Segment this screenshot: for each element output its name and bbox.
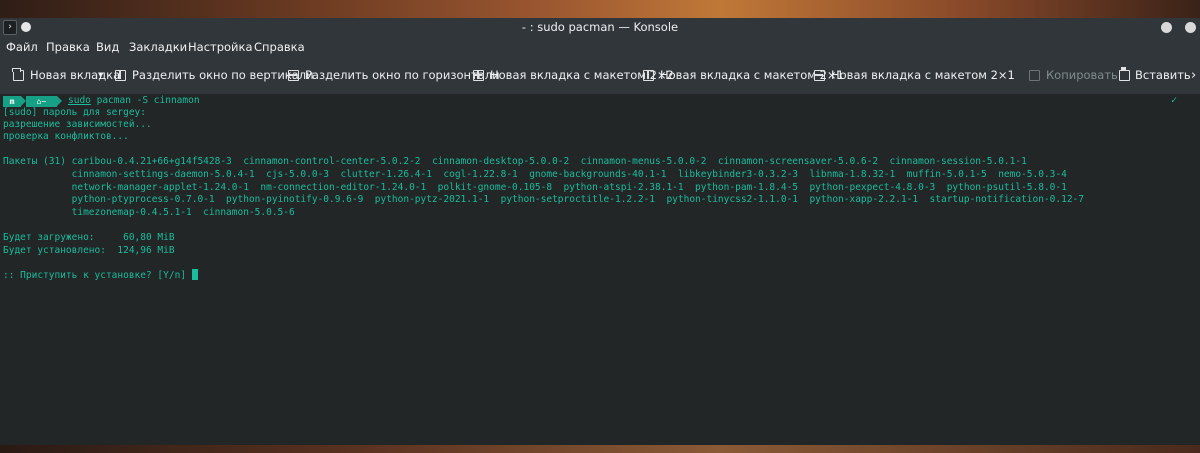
menu-edit[interactable]: Правка	[46, 37, 90, 57]
titlebar: › - : sudo pacman — Konsole	[0, 18, 1200, 37]
layout-2x1-vertical-icon	[643, 70, 654, 81]
terminal-line: timezonemap-0.4.5.1-1 cinnamon-5.0.5-6	[3, 207, 295, 218]
confirm-prompt-line: :: Приступить к установке? [Y/n]	[3, 269, 198, 282]
maximize-button[interactable]	[1185, 22, 1196, 33]
split-horizontal-label: Разделить окно по горизонтали	[305, 68, 500, 82]
terminal-line: Пакеты (31) caribou-0.4.21+66+g14f5428-3…	[3, 156, 1027, 167]
menu-view[interactable]: Вид	[96, 37, 119, 57]
paste-label: Вставить	[1135, 68, 1191, 82]
toolbar-overflow-icon[interactable]: ›	[1191, 57, 1196, 94]
toolbar: Новая вкладка ▼ Разделить окно по вертик…	[0, 57, 1200, 94]
terminal-line: Будет установлено: 124,96 MiB	[3, 245, 175, 256]
copy-label: Копировать	[1046, 68, 1118, 82]
window-title: - : sudo pacman — Konsole	[521, 20, 679, 34]
konsole-window: › - : sudo pacman — Konsole Файл Правка …	[0, 18, 1200, 445]
menu-settings[interactable]: Настройка	[188, 37, 253, 57]
status-check-icon: ✓	[1171, 95, 1178, 106]
terminal-line: python-ptyprocess-0.7.0-1 python-pyinoti…	[3, 194, 1084, 205]
command-args: pacman -S cinnamon	[90, 95, 200, 106]
terminal-line: Будет загружено: 60,80 MiB	[3, 232, 175, 243]
layout-2x1-horizontal-icon	[814, 70, 825, 81]
terminal-output[interactable]: m ⌂~ sudo pacman -S cinnamon ✓ [sudo] па…	[0, 94, 1200, 445]
terminal-line: проверка конфликтов...	[3, 131, 129, 142]
layout-2x1-horizontal-label: Новая вкладка с макетом 2×1	[831, 68, 1015, 82]
new-tab-label: Новая вкладка	[30, 68, 121, 82]
text-cursor	[191, 269, 198, 280]
chevron-down-icon[interactable]: ▼	[98, 71, 103, 79]
split-vertical-label: Разделить окно по вертикали	[132, 68, 314, 82]
copy-icon	[1029, 70, 1040, 81]
terminal-line: cinnamon-settings-daemon-5.0.4-1 cjs-5.0…	[3, 169, 1067, 180]
layout-2x2-icon	[473, 70, 484, 81]
menu-file[interactable]: Файл	[6, 37, 38, 57]
minimize-button[interactable]	[1161, 22, 1172, 33]
paste-icon	[1119, 67, 1130, 81]
home-dir-label: ~	[41, 97, 47, 106]
new-tab-icon	[12, 68, 24, 81]
split-vertical-icon	[115, 70, 126, 81]
menu-bookmarks[interactable]: Закладки	[129, 37, 187, 57]
command-sudo: sudo	[68, 95, 91, 106]
prompt-line: m ⌂~ sudo pacman -S cinnamon ✓	[0, 94, 1200, 107]
menubar: Файл Правка Вид Закладки Настройка Справ…	[0, 37, 1200, 57]
menu-help[interactable]: Справка	[254, 37, 305, 57]
split-horizontal-icon	[288, 70, 299, 81]
desktop-wallpaper-top	[0, 0, 1200, 18]
confirm-prompt-text: :: Приступить к установке? [Y/n]	[3, 270, 192, 281]
prompt-separator-icon	[57, 96, 62, 106]
desktop-wallpaper-bottom	[0, 445, 1200, 453]
